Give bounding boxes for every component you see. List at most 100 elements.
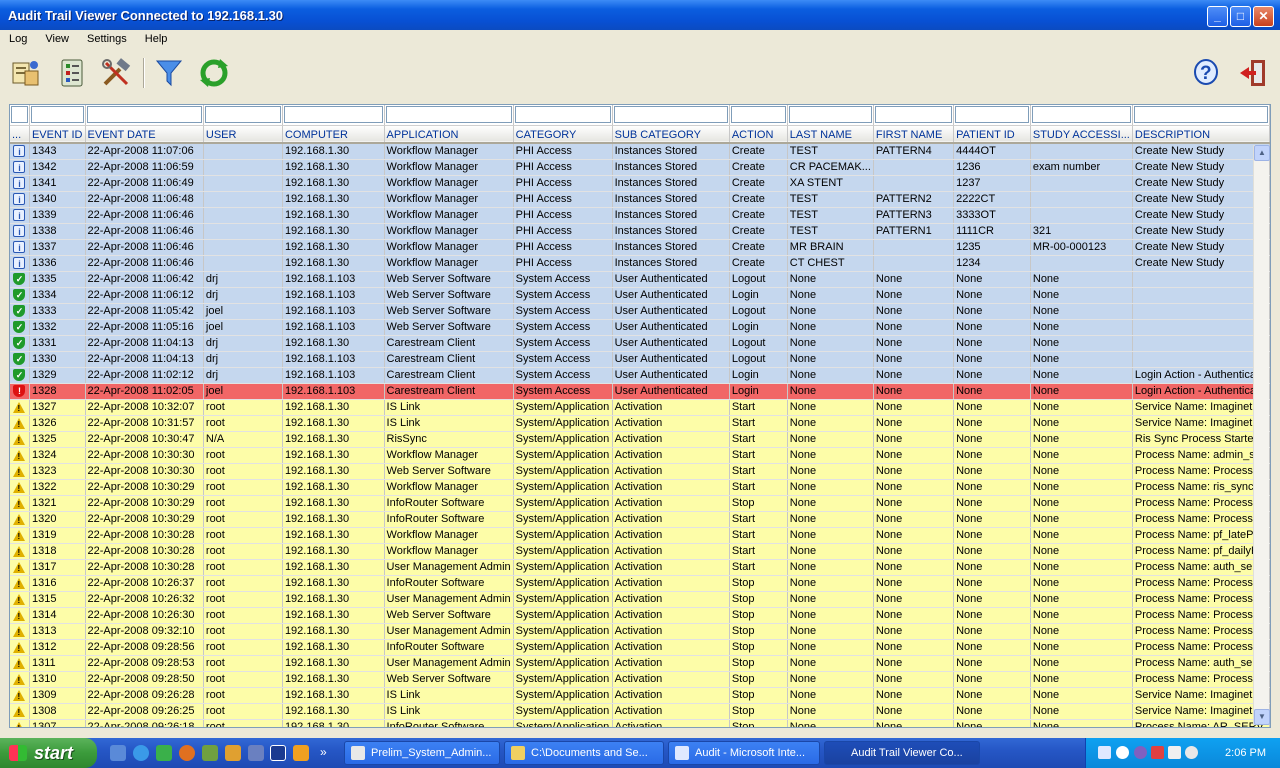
table-row[interactable]: i 1336 22-Apr-2008 11:06:46 192.168.1.30 Wor… xyxy=(10,255,1270,272)
tools-icon[interactable] xyxy=(202,745,218,761)
firefox-icon[interactable] xyxy=(179,745,195,761)
column-header-row-menu[interactable]: ... xyxy=(10,125,30,144)
table-row[interactable]: 131422-Apr-2008 10:26:30root192.168.1.30… xyxy=(10,607,1270,624)
table-row[interactable]: i 1342 22-Apr-2008 11:06:59 192.168.1.30 Wor… xyxy=(10,159,1270,176)
table-row[interactable]: 131922-Apr-2008 10:30:28root192.168.1.30… xyxy=(10,527,1270,544)
column-header-user[interactable]: USER xyxy=(203,125,283,144)
column-header-event-date[interactable]: EVENT DATE xyxy=(85,125,204,144)
table-row[interactable]: 131822-Apr-2008 10:30:28root192.168.1.30… xyxy=(10,543,1270,560)
exit-icon[interactable] xyxy=(1236,56,1270,90)
table-row[interactable]: 131222-Apr-2008 09:28:56root192.168.1.30… xyxy=(10,639,1270,656)
column-header-sub-category[interactable]: SUB CATEGORY xyxy=(612,125,730,144)
minimize-button[interactable]: _ xyxy=(1207,6,1228,27)
column-header-first-name[interactable]: FIRST NAME xyxy=(873,125,955,144)
filter-input[interactable] xyxy=(30,106,84,124)
start-button[interactable]: start xyxy=(0,738,97,768)
table-row[interactable]: ✓ 1333 22-Apr-2008 11:05:42 joel 192.168.1.1… xyxy=(10,303,1270,320)
scroll-down-arrow-icon[interactable]: ▼ xyxy=(1254,709,1270,725)
column-header-application[interactable]: APPLICATION xyxy=(384,125,514,144)
more-chevron-icon[interactable]: » xyxy=(320,745,336,761)
menu-settings[interactable]: Settings xyxy=(78,30,136,45)
table-row[interactable]: 132722-Apr-2008 10:32:07root192.168.1.30… xyxy=(10,399,1270,416)
table-row[interactable]: i 1338 22-Apr-2008 11:06:46 192.168.1.30 Wor… xyxy=(10,223,1270,240)
table-row[interactable]: 132522-Apr-2008 10:30:47N/A192.168.1.30R… xyxy=(10,431,1270,448)
filter-input[interactable] xyxy=(86,106,202,124)
filter-input[interactable] xyxy=(613,106,728,124)
table-row[interactable]: ✓ 1331 22-Apr-2008 11:04:13 drj 192.168.1.30… xyxy=(10,335,1270,352)
maximize-button[interactable]: □ xyxy=(1230,6,1251,27)
filter-icon[interactable] xyxy=(152,56,186,90)
table-row[interactable]: i 1339 22-Apr-2008 11:06:46 192.168.1.30 Wor… xyxy=(10,207,1270,224)
table-row[interactable]: 131022-Apr-2008 09:28:50root192.168.1.30… xyxy=(10,671,1270,688)
tray-bluetooth-icon[interactable] xyxy=(1134,746,1147,759)
internet-explorer-icon[interactable] xyxy=(133,745,149,761)
table-row[interactable]: 131622-Apr-2008 10:26:37root192.168.1.30… xyxy=(10,575,1270,592)
vertical-scrollbar[interactable]: ▲ ▼ xyxy=(1253,145,1270,725)
tray-network-icon[interactable] xyxy=(1098,746,1111,759)
table-row[interactable]: 131722-Apr-2008 10:30:28root192.168.1.30… xyxy=(10,559,1270,576)
filter-input[interactable] xyxy=(385,106,512,124)
table-row[interactable]: 130822-Apr-2008 09:26:25root192.168.1.30… xyxy=(10,703,1270,720)
table-row[interactable]: 132422-Apr-2008 10:30:30root192.168.1.30… xyxy=(10,447,1270,464)
filter-input[interactable] xyxy=(1031,106,1131,124)
column-header-action[interactable]: ACTION xyxy=(729,125,788,144)
close-button[interactable]: ✕ xyxy=(1253,6,1274,27)
media-icon[interactable] xyxy=(156,745,172,761)
table-row[interactable]: 132022-Apr-2008 10:30:29root192.168.1.30… xyxy=(10,511,1270,528)
table-row[interactable]: 132222-Apr-2008 10:30:29root192.168.1.30… xyxy=(10,479,1270,496)
tray-security-icon[interactable] xyxy=(1151,746,1164,759)
column-header-computer[interactable]: COMPUTER xyxy=(282,125,385,144)
table-row[interactable]: ✓ 1332 22-Apr-2008 11:05:16 joel 192.168.1.1… xyxy=(10,319,1270,336)
table-row[interactable]: 131322-Apr-2008 09:32:10root192.168.1.30… xyxy=(10,623,1270,640)
table-row[interactable]: 132622-Apr-2008 10:31:57root192.168.1.30… xyxy=(10,415,1270,432)
clock-app-icon[interactable] xyxy=(293,745,309,761)
filter-input[interactable] xyxy=(204,106,281,124)
log-viewer-icon[interactable] xyxy=(9,56,43,90)
table-row[interactable]: ✓ 1334 22-Apr-2008 11:06:12 drj 192.168.1.10… xyxy=(10,287,1270,304)
menu-help[interactable]: Help xyxy=(136,30,177,45)
table-row[interactable]: ✓ 1329 22-Apr-2008 11:02:12 drj 192.168.1.10… xyxy=(10,367,1270,384)
table-row[interactable]: i 1343 22-Apr-2008 11:07:06 192.168.1.30 Wor… xyxy=(10,143,1270,160)
table-row[interactable]: i 1340 22-Apr-2008 11:06:48 192.168.1.30 Wor… xyxy=(10,191,1270,208)
table-row[interactable]: 132322-Apr-2008 10:30:30root192.168.1.30… xyxy=(10,463,1270,480)
table-row[interactable]: ✓ 1330 22-Apr-2008 11:04:13 drj 192.168.1.10… xyxy=(10,351,1270,368)
filter-input[interactable] xyxy=(1133,106,1268,124)
column-header-patient-id[interactable]: PATIENT ID xyxy=(953,125,1031,144)
table-row[interactable]: 131122-Apr-2008 09:28:53root192.168.1.30… xyxy=(10,655,1270,672)
filter-input[interactable] xyxy=(11,106,28,124)
tray-display-icon[interactable] xyxy=(1168,746,1181,759)
table-row[interactable]: 131522-Apr-2008 10:26:32root192.168.1.30… xyxy=(10,591,1270,608)
player-icon[interactable] xyxy=(270,745,286,761)
show-desktop-icon[interactable] xyxy=(110,745,126,761)
menu-log[interactable]: Log xyxy=(0,30,36,45)
settings-tools-icon[interactable] xyxy=(99,56,133,90)
filter-input[interactable] xyxy=(730,106,786,124)
tray-volume-icon[interactable] xyxy=(1116,746,1129,759)
table-row[interactable]: ✓ 1335 22-Apr-2008 11:06:42 drj 192.168.1.10… xyxy=(10,271,1270,288)
table-row[interactable]: i 1341 22-Apr-2008 11:06:49 192.168.1.30 Wor… xyxy=(10,175,1270,192)
filter-input[interactable] xyxy=(788,106,872,124)
menu-view[interactable]: View xyxy=(36,30,78,45)
table-row[interactable]: 130722-Apr-2008 09:26:18root192.168.1.30… xyxy=(10,719,1270,727)
column-header-last-name[interactable]: LAST NAME xyxy=(787,125,874,144)
task-documents-folder[interactable]: C:\Documents and Se... xyxy=(504,741,664,765)
refresh-icon[interactable] xyxy=(197,56,231,90)
task-audit-trail-viewer[interactable]: Audit Trail Viewer Co... xyxy=(824,741,980,765)
table-row[interactable]: ! 1328 22-Apr-2008 11:02:05 joel 192.168.1.1… xyxy=(10,383,1270,400)
filter-input[interactable] xyxy=(874,106,953,124)
task-prelim-system-admin[interactable]: Prelim_System_Admin... xyxy=(344,741,500,765)
scroll-up-arrow-icon[interactable]: ▲ xyxy=(1254,145,1270,161)
help-icon[interactable]: ? xyxy=(1190,56,1224,90)
filter-input[interactable] xyxy=(955,106,1029,124)
filter-input[interactable] xyxy=(514,106,611,124)
column-header-study-accession[interactable]: STUDY ACCESSI... xyxy=(1030,125,1133,144)
filter-input[interactable] xyxy=(283,106,383,124)
table-row[interactable]: i 1337 22-Apr-2008 11:06:46 192.168.1.30 Wor… xyxy=(10,239,1270,256)
table-row[interactable]: 130922-Apr-2008 09:26:28root192.168.1.30… xyxy=(10,687,1270,704)
tray-wifi-icon[interactable] xyxy=(1185,746,1198,759)
report-icon[interactable] xyxy=(55,56,89,90)
app-icon[interactable] xyxy=(248,745,264,761)
task-audit-ie[interactable]: Audit - Microsoft Inte... xyxy=(668,741,820,765)
column-header-description[interactable]: DESCRIPTION xyxy=(1132,125,1270,144)
column-header-category[interactable]: CATEGORY xyxy=(513,125,613,144)
